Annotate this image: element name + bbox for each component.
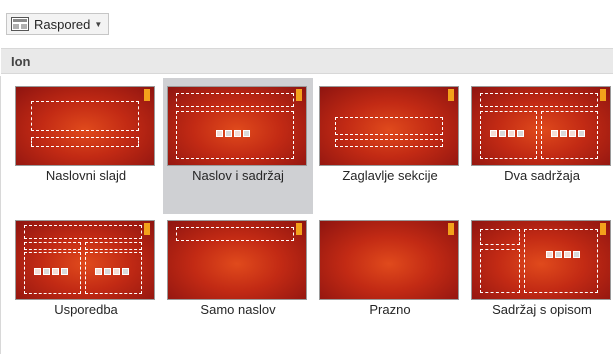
layout-tile-blank[interactable]: Prazno (315, 212, 465, 348)
smartart-icon (569, 130, 576, 137)
subtitle-placeholder (31, 137, 139, 147)
table-icon (34, 268, 41, 275)
layout-dropdown-label: Raspored (34, 16, 91, 32)
accent-mark (600, 223, 606, 235)
smartart-icon (113, 268, 120, 275)
accent-mark (296, 89, 302, 101)
heading-placeholder-right (85, 242, 142, 250)
chevron-down-icon: ▼ (94, 19, 103, 29)
caption-text-placeholder (480, 249, 520, 293)
theme-group-title: Ion (11, 54, 31, 69)
table-icon (490, 130, 497, 137)
table-icon (216, 130, 223, 137)
heading-placeholder-left (24, 242, 81, 250)
caption-title-placeholder (480, 229, 520, 245)
gallery-toolbar: Raspored ▼ (0, 0, 613, 46)
chart-icon (560, 130, 567, 137)
accent-mark (144, 89, 150, 101)
content-icons (551, 130, 585, 137)
text-placeholder (335, 139, 443, 147)
layout-tile-content-caption[interactable]: Sadržaj s opisom (467, 212, 613, 348)
chart-icon (555, 251, 562, 258)
layout-label: Sadržaj s opisom (492, 302, 592, 317)
title-placeholder (31, 101, 139, 131)
layout-tile-title-only[interactable]: Samo naslov (163, 212, 313, 348)
smartart-icon (234, 130, 241, 137)
picture-icon (122, 268, 129, 275)
layout-tile-section-header[interactable]: Zaglavlje sekcije (315, 78, 465, 214)
layout-label: Zaglavlje sekcije (342, 168, 438, 183)
layout-icon (11, 17, 29, 31)
picture-icon (573, 251, 580, 258)
layout-label: Samo naslov (200, 302, 276, 317)
accent-mark (296, 223, 302, 235)
layout-thumbnail (15, 220, 155, 300)
layout-dropdown-button[interactable]: Raspored ▼ (6, 13, 110, 35)
chart-icon (104, 268, 111, 275)
table-icon (546, 251, 553, 258)
layout-tile-title-slide[interactable]: Naslovni slajd (11, 78, 161, 214)
chart-icon (43, 268, 50, 275)
title-placeholder (335, 117, 443, 135)
layout-label: Naslov i sadržaj (192, 168, 284, 183)
table-icon (95, 268, 102, 275)
layout-label: Usporedba (54, 302, 118, 317)
accent-mark (600, 89, 606, 101)
content-placeholder (524, 229, 598, 293)
content-icons (95, 268, 129, 275)
layout-thumbnail (167, 220, 307, 300)
chart-icon (499, 130, 506, 137)
table-icon (551, 130, 558, 137)
chart-icon (225, 130, 232, 137)
picture-icon (243, 130, 250, 137)
layout-tile-title-content[interactable]: Naslov i sadržaj (163, 78, 313, 214)
title-placeholder (24, 225, 142, 239)
content-icons (216, 130, 250, 137)
layout-tile-comparison[interactable]: Usporedba (11, 212, 161, 348)
layout-label: Dva sadržaja (504, 168, 580, 183)
picture-icon (517, 130, 524, 137)
accent-mark (144, 223, 150, 235)
title-placeholder (176, 93, 294, 107)
smartart-icon (52, 268, 59, 275)
accent-mark (448, 89, 454, 101)
picture-icon (61, 268, 68, 275)
smartart-icon (564, 251, 571, 258)
layout-thumbnail (319, 220, 459, 300)
layout-gallery: Naslovni slajd Naslov i sadržaj Zaglavlj… (0, 76, 613, 354)
accent-mark (448, 223, 454, 235)
layout-label: Prazno (369, 302, 411, 317)
title-placeholder (480, 93, 598, 107)
layout-label: Naslovni slajd (45, 168, 127, 183)
picture-icon (578, 130, 585, 137)
layout-thumbnail (167, 86, 307, 166)
layout-thumbnail (319, 86, 459, 166)
layout-thumbnail (15, 86, 155, 166)
title-placeholder (176, 227, 294, 241)
layout-thumbnail (471, 86, 611, 166)
smartart-icon (508, 130, 515, 137)
content-icons (34, 268, 68, 275)
layout-thumbnail (471, 220, 611, 300)
content-icons (546, 251, 580, 258)
theme-group-header: Ion (1, 48, 613, 74)
layout-tile-two-content[interactable]: Dva sadržaja (467, 78, 613, 214)
content-icons (490, 130, 524, 137)
